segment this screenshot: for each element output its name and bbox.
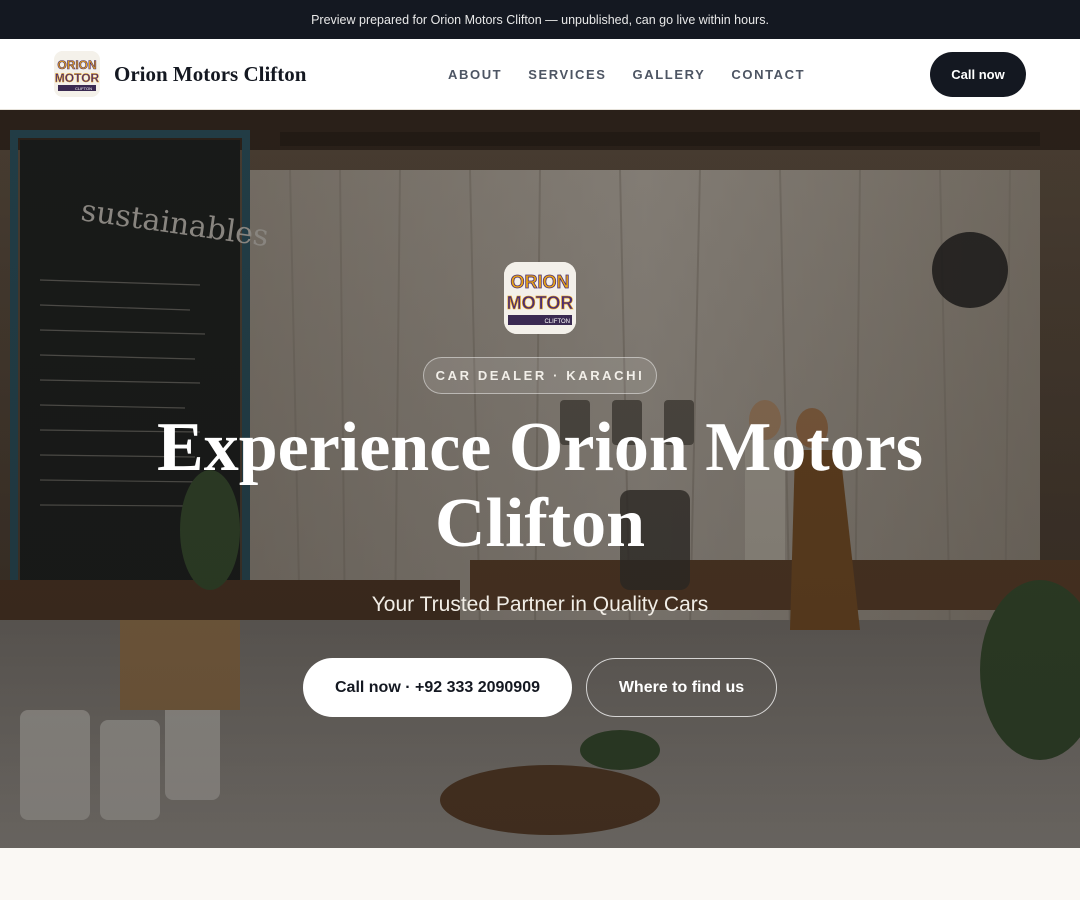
announcement-text: Preview prepared for Orion Motors Clifto… [311,12,769,27]
nav-gallery[interactable]: GALLERY [633,67,706,82]
brand-logo[interactable]: ORION MOTOR CLIFTON [54,51,100,97]
brand-name[interactable]: Orion Motors Clifton [114,62,306,87]
find-us-button[interactable]: Where to find us [586,658,777,717]
svg-text:CLIFTON: CLIFTON [75,86,92,91]
hero-subheadline: Your Trusted Partner in Quality Cars [371,593,709,616]
hero-call-button[interactable]: Call now · +92 333 2090909 [303,658,572,717]
category-badge: CAR DEALER · KARACHI [423,357,657,394]
site-header: ORION MOTOR CLIFTON Orion Motors Clifton… [0,39,1080,110]
main-nav: ABOUT SERVICES GALLERY CONTACT [448,39,805,110]
announcement-bar: Preview prepared for Orion Motors Clifto… [0,0,1080,39]
nav-services[interactable]: SERVICES [528,67,606,82]
nav-contact[interactable]: CONTACT [731,67,805,82]
nav-about[interactable]: ABOUT [448,67,502,82]
svg-text:MOTOR: MOTOR [507,293,574,313]
hero-headline: Experience Orion Motors Clifton [157,409,923,562]
svg-text:ORION: ORION [510,272,569,292]
brand[interactable]: ORION MOTOR CLIFTON Orion Motors Clifton [54,51,306,97]
svg-text:MOTOR: MOTOR [55,71,100,85]
svg-text:CLIFTON: CLIFTON [544,319,570,325]
svg-text:ORION: ORION [57,58,96,72]
hero-logo: ORION MOTOR CLIFTON [504,262,576,334]
hero-content: ORION MOTOR CLIFTON CAR DEALER · KARACHI… [0,110,1080,848]
header-call-button[interactable]: Call now [930,52,1026,97]
hero-section: sustainables [0,110,1080,848]
